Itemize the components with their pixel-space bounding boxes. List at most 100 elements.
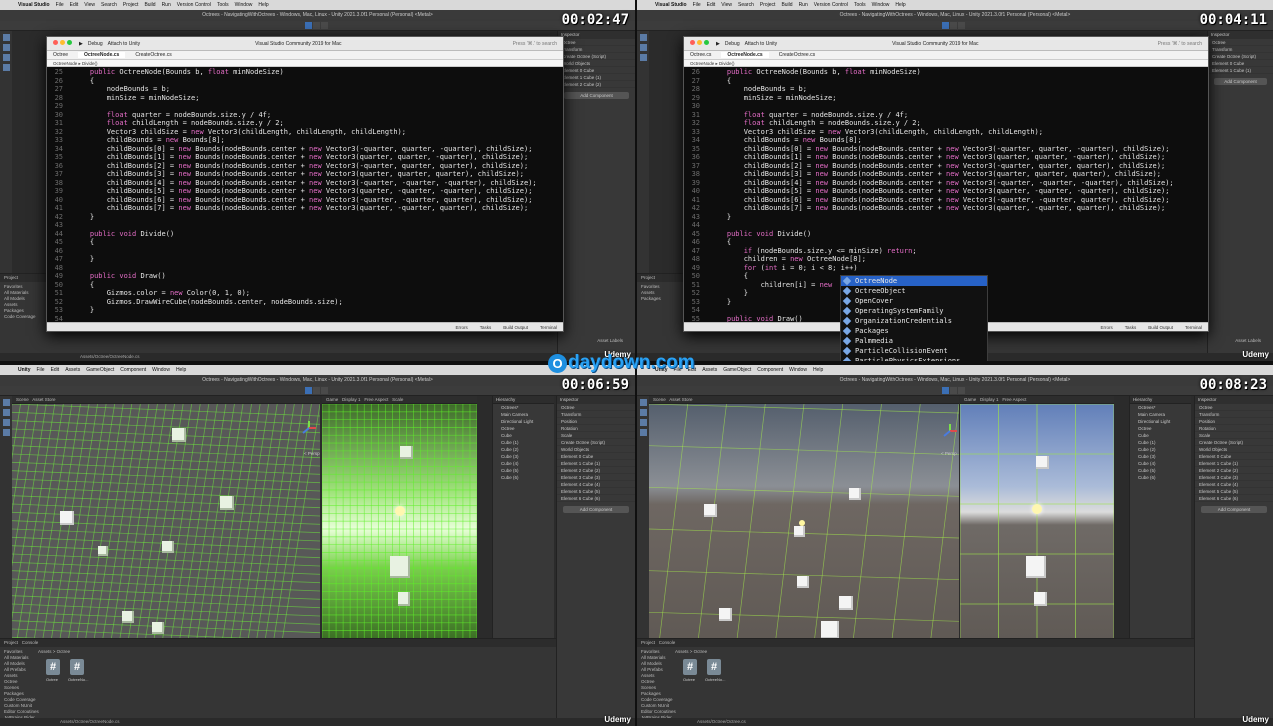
scene-tab[interactable]: Scene — [16, 397, 29, 402]
list-item[interactable]: Cube (4) — [493, 460, 554, 467]
code-line[interactable]: 45 { — [47, 238, 563, 247]
inspector-name[interactable]: Octree — [1195, 404, 1273, 411]
menu-assets[interactable]: Assets — [702, 367, 717, 373]
rotate-tool-icon[interactable] — [639, 419, 647, 426]
hierarchy-tab[interactable]: Hierarchy — [1133, 397, 1152, 402]
code-line[interactable]: 43 } — [684, 213, 1208, 222]
autocomplete-item[interactable]: OctreeNode — [841, 276, 987, 286]
zoom-icon[interactable] — [67, 40, 72, 45]
inspector-row[interactable]: Transform — [1208, 46, 1273, 53]
code-line[interactable]: 44 public void Divide() — [47, 230, 563, 239]
game-tab[interactable]: Game — [326, 397, 338, 402]
autocomplete-item[interactable]: OrganizationCredentials — [841, 316, 987, 326]
code-line[interactable]: 28 minSize = minNodeSize; — [47, 94, 563, 103]
script-label[interactable]: Octree — [683, 677, 695, 682]
console-tab[interactable]: Console — [659, 640, 676, 645]
menu-run[interactable]: Run — [162, 2, 171, 8]
script-label[interactable]: Octree — [46, 677, 58, 682]
list-item[interactable]: Transform — [557, 411, 635, 418]
code-line[interactable]: 37 childBounds[2] = new Bounds(nodeBound… — [684, 162, 1208, 171]
list-item[interactable]: Cube (2) — [1130, 446, 1191, 453]
zoom-icon[interactable] — [704, 40, 709, 45]
menu-project[interactable]: Project — [123, 2, 139, 8]
cube[interactable] — [839, 596, 853, 610]
add-component-button[interactable]: Add Component — [563, 506, 629, 513]
code-line[interactable]: 39 childBounds[5] = new Bounds(nodeBound… — [47, 187, 563, 196]
game-view[interactable]: Game Display 1 Free Aspect — [960, 396, 1114, 654]
code-line[interactable]: 33 childBounds = new Bounds[8]; — [47, 136, 563, 145]
list-item[interactable]: Scale — [557, 432, 635, 439]
display-select[interactable]: Display 1 — [980, 397, 999, 402]
terminal-pad[interactable]: Terminal — [1185, 325, 1202, 330]
code-line[interactable]: 47 if (nodeBounds.size.y <= minSize) ret… — [684, 247, 1208, 256]
aspect-select[interactable]: Free Aspect — [364, 397, 388, 402]
code-line[interactable]: 34 childBounds = new Bounds[8]; — [684, 136, 1208, 145]
menu-edit[interactable]: Edit — [707, 2, 716, 8]
tab-octree[interactable]: Octree — [53, 52, 68, 58]
list-item[interactable]: Position — [557, 418, 635, 425]
menu-file[interactable]: File — [37, 367, 45, 373]
code-line[interactable]: 35 childBounds[1] = new Bounds(nodeBound… — [47, 153, 563, 162]
code-line[interactable]: 49 for (int i = 0; i < 8; i++) — [684, 264, 1208, 273]
move-tool-icon[interactable] — [639, 44, 647, 51]
display-select[interactable]: Display 1 — [342, 397, 361, 402]
tasks-pad[interactable]: Tasks — [1125, 325, 1137, 330]
menu-tools[interactable]: Tools — [854, 2, 866, 8]
code-line[interactable]: 29 — [47, 102, 563, 111]
list-item[interactable]: Element 2 Cube (2) — [557, 467, 635, 474]
list-item[interactable]: Main Camera — [493, 411, 554, 418]
list-item[interactable]: Element 0 Cube — [557, 453, 635, 460]
code-line[interactable]: 26 public OctreeNode(Bounds b, float min… — [684, 68, 1208, 77]
script-file-icon[interactable]: # — [707, 659, 721, 675]
code-line[interactable]: 45 public void Divide() — [684, 230, 1208, 239]
play-icon[interactable] — [304, 22, 312, 29]
pause-icon[interactable] — [950, 387, 958, 394]
list-item[interactable]: Rotation — [1195, 425, 1273, 432]
code-line[interactable]: 48 children = new OctreeNode[8]; — [684, 255, 1208, 264]
inspector-row[interactable]: Create Octree (Script) — [1208, 53, 1273, 60]
autocomplete-item[interactable]: OctreeObject — [841, 286, 987, 296]
code-line[interactable]: 27 nodeBounds = b; — [47, 85, 563, 94]
debug-config[interactable]: Debug — [88, 41, 103, 47]
scale-tool-icon[interactable] — [2, 64, 10, 71]
scale-label[interactable]: Scale — [392, 397, 403, 402]
inspector-tab[interactable]: Inspector — [558, 31, 635, 39]
rotate-tool-icon[interactable] — [2, 419, 10, 426]
code-line[interactable]: 31 float quarter = nodeBounds.size.y / 4… — [684, 111, 1208, 120]
menu-app[interactable]: Visual Studio — [655, 2, 687, 8]
cube[interactable] — [797, 576, 809, 588]
minimize-icon[interactable] — [697, 40, 702, 45]
inspector-row[interactable]: Element 2 Cube (2) — [558, 81, 635, 88]
menu-help[interactable]: Help — [895, 2, 905, 8]
cube[interactable] — [172, 428, 186, 442]
code-line[interactable]: 52 Gizmos.DrawWireCube(nodeBounds.center… — [47, 298, 563, 307]
autocomplete-item[interactable]: ParticlePhysicsExtensions — [841, 356, 987, 361]
debug-config[interactable]: Debug — [725, 41, 740, 47]
project-tab[interactable]: Project — [641, 640, 655, 645]
project-path[interactable]: Assets > Octree — [675, 649, 707, 654]
inspector-name[interactable]: Octree — [1208, 39, 1273, 46]
code-line[interactable]: 37 childBounds[3] = new Bounds(nodeBound… — [47, 170, 563, 179]
list-item[interactable]: Octree — [493, 425, 554, 432]
code-line[interactable]: 40 childBounds[5] = new Bounds(nodeBound… — [684, 187, 1208, 196]
code-line[interactable]: 39 childBounds[4] = new Bounds(nodeBound… — [684, 179, 1208, 188]
scale-tool-icon[interactable] — [2, 429, 10, 436]
list-item[interactable]: World Objects — [557, 446, 635, 453]
autocomplete-item[interactable]: Packages — [841, 326, 987, 336]
autocomplete-popup[interactable]: OctreeNode OctreeObject OpenCover Operating… — [840, 275, 988, 361]
list-item[interactable]: Cube (6) — [1130, 474, 1191, 481]
minimize-icon[interactable] — [60, 40, 65, 45]
asset-labels[interactable]: Asset Labels — [1235, 338, 1261, 343]
scene-view[interactable]: Scene Asset Store < Persp — [12, 396, 320, 654]
move-tool-icon[interactable] — [2, 44, 10, 51]
cube[interactable] — [398, 592, 410, 606]
list-item[interactable]: Cube (1) — [1130, 439, 1191, 446]
list-item[interactable]: Element 6 Cube (6) — [557, 495, 635, 502]
pause-icon[interactable] — [950, 22, 958, 29]
menu-window[interactable]: Window — [152, 367, 170, 373]
code-line[interactable]: 51 Gizmos.color = new Color(0, 1, 0); — [47, 289, 563, 298]
asset-store-tab[interactable]: Asset Store — [32, 397, 55, 402]
run-icon[interactable]: ▶ — [79, 41, 83, 47]
code-line[interactable]: 44 — [684, 221, 1208, 230]
code-line[interactable]: 53 } — [47, 306, 563, 315]
